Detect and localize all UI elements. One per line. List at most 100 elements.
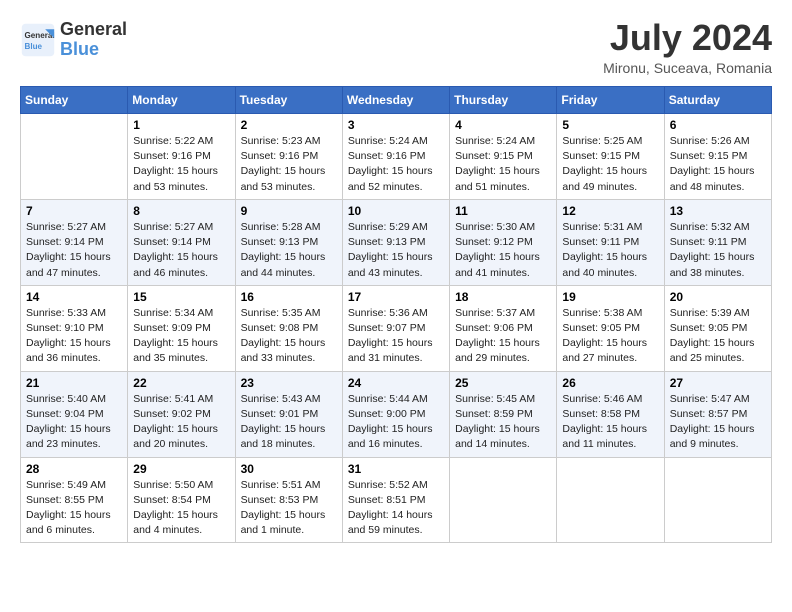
calendar-cell: 24Sunrise: 5:44 AM Sunset: 9:00 PM Dayli… <box>342 371 449 457</box>
column-header-saturday: Saturday <box>664 87 771 114</box>
calendar-week-row: 1 Sunrise: 5:22 AM Sunset: 9:16 PM Daylig… <box>21 114 772 200</box>
column-header-tuesday: Tuesday <box>235 87 342 114</box>
calendar-cell: 22Sunrise: 5:41 AM Sunset: 9:02 PM Dayli… <box>128 371 235 457</box>
day-info: Sunrise: 5:39 AM Sunset: 9:05 PM Dayligh… <box>670 306 766 367</box>
location: Mironu, Suceava, Romania <box>603 60 772 76</box>
calendar-week-row: 7Sunrise: 5:27 AM Sunset: 9:14 PM Daylig… <box>21 199 772 285</box>
day-number: 29 <box>133 462 229 476</box>
day-info: Sunrise: 5:24 AM Sunset: 9:15 PM Dayligh… <box>455 134 551 195</box>
day-info: Sunrise: 5:26 AM Sunset: 9:15 PM Dayligh… <box>670 134 766 195</box>
day-number: 4 <box>455 118 551 132</box>
day-info: Sunrise: 5:22 AM Sunset: 9:16 PM Dayligh… <box>133 134 229 195</box>
calendar-cell: 13Sunrise: 5:32 AM Sunset: 9:11 PM Dayli… <box>664 199 771 285</box>
day-number: 9 <box>241 204 337 218</box>
calendar-cell: 27 Sunrise: 5:47 AM Sunset: 8:57 PM Dayli… <box>664 371 771 457</box>
column-header-wednesday: Wednesday <box>342 87 449 114</box>
day-number: 17 <box>348 290 444 304</box>
calendar-week-row: 14 Sunrise: 5:33 AM Sunset: 9:10 PM Dayli… <box>21 285 772 371</box>
calendar-cell: 28 Sunrise: 5:49 AM Sunset: 8:55 PM Dayli… <box>21 457 128 543</box>
calendar-cell: 18Sunrise: 5:37 AM Sunset: 9:06 PM Dayli… <box>450 285 557 371</box>
calendar-cell: 9 Sunrise: 5:28 AM Sunset: 9:13 PM Daylig… <box>235 199 342 285</box>
day-info: Sunrise: 5:40 AM Sunset: 9:04 PM Dayligh… <box>26 392 122 453</box>
calendar-cell: 4 Sunrise: 5:24 AM Sunset: 9:15 PM Daylig… <box>450 114 557 200</box>
svg-text:Blue: Blue <box>25 42 43 51</box>
logo-icon: General Blue <box>20 22 56 58</box>
day-number: 5 <box>562 118 658 132</box>
calendar-cell: 25 Sunrise: 5:45 AM Sunset: 8:59 PM Dayli… <box>450 371 557 457</box>
day-info: Sunrise: 5:28 AM Sunset: 9:13 PM Dayligh… <box>241 220 337 281</box>
day-info: Sunrise: 5:47 AM Sunset: 8:57 PM Dayligh… <box>670 392 766 453</box>
page-header: General Blue General Blue July 2024 Miro… <box>20 20 772 76</box>
day-info: Sunrise: 5:34 AM Sunset: 9:09 PM Dayligh… <box>133 306 229 367</box>
day-number: 23 <box>241 376 337 390</box>
column-header-friday: Friday <box>557 87 664 114</box>
day-number: 22 <box>133 376 229 390</box>
calendar-cell: 29 Sunrise: 5:50 AM Sunset: 8:54 PM Dayli… <box>128 457 235 543</box>
day-number: 1 <box>133 118 229 132</box>
day-number: 28 <box>26 462 122 476</box>
day-info: Sunrise: 5:46 AM Sunset: 8:58 PM Dayligh… <box>562 392 658 453</box>
calendar-cell: 8 Sunrise: 5:27 AM Sunset: 9:14 PM Daylig… <box>128 199 235 285</box>
day-info: Sunrise: 5:37 AM Sunset: 9:06 PM Dayligh… <box>455 306 551 367</box>
day-number: 30 <box>241 462 337 476</box>
day-info: Sunrise: 5:36 AM Sunset: 9:07 PM Dayligh… <box>348 306 444 367</box>
day-info: Sunrise: 5:30 AM Sunset: 9:12 PM Dayligh… <box>455 220 551 281</box>
day-info: Sunrise: 5:29 AM Sunset: 9:13 PM Dayligh… <box>348 220 444 281</box>
calendar-cell <box>664 457 771 543</box>
day-info: Sunrise: 5:33 AM Sunset: 9:10 PM Dayligh… <box>26 306 122 367</box>
calendar-cell: 17 Sunrise: 5:36 AM Sunset: 9:07 PM Dayli… <box>342 285 449 371</box>
day-info: Sunrise: 5:49 AM Sunset: 8:55 PM Dayligh… <box>26 478 122 539</box>
title-block: July 2024 Mironu, Suceava, Romania <box>603 20 772 76</box>
column-header-monday: Monday <box>128 87 235 114</box>
calendar-cell: 6 Sunrise: 5:26 AM Sunset: 9:15 PM Daylig… <box>664 114 771 200</box>
calendar-cell: 21 Sunrise: 5:40 AM Sunset: 9:04 PM Dayli… <box>21 371 128 457</box>
calendar-cell: 10Sunrise: 5:29 AM Sunset: 9:13 PM Dayli… <box>342 199 449 285</box>
calendar-cell: 20Sunrise: 5:39 AM Sunset: 9:05 PM Dayli… <box>664 285 771 371</box>
calendar-week-row: 28 Sunrise: 5:49 AM Sunset: 8:55 PM Dayli… <box>21 457 772 543</box>
calendar-cell: 19 Sunrise: 5:38 AM Sunset: 9:05 PM Dayli… <box>557 285 664 371</box>
day-number: 19 <box>562 290 658 304</box>
calendar-cell: 15 Sunrise: 5:34 AM Sunset: 9:09 PM Dayli… <box>128 285 235 371</box>
day-number: 25 <box>455 376 551 390</box>
calendar-cell: 2Sunrise: 5:23 AM Sunset: 9:16 PM Daylig… <box>235 114 342 200</box>
day-number: 12 <box>562 204 658 218</box>
day-info: Sunrise: 5:27 AM Sunset: 9:14 PM Dayligh… <box>26 220 122 281</box>
day-number: 15 <box>133 290 229 304</box>
day-info: Sunrise: 5:45 AM Sunset: 8:59 PM Dayligh… <box>455 392 551 453</box>
day-info: Sunrise: 5:27 AM Sunset: 9:14 PM Dayligh… <box>133 220 229 281</box>
calendar-cell: 3 Sunrise: 5:24 AM Sunset: 9:16 PM Daylig… <box>342 114 449 200</box>
calendar-cell: 1 Sunrise: 5:22 AM Sunset: 9:16 PM Daylig… <box>128 114 235 200</box>
column-header-sunday: Sunday <box>21 87 128 114</box>
calendar-cell: 23Sunrise: 5:43 AM Sunset: 9:01 PM Dayli… <box>235 371 342 457</box>
month-title: July 2024 <box>603 20 772 56</box>
day-info: Sunrise: 5:38 AM Sunset: 9:05 PM Dayligh… <box>562 306 658 367</box>
day-info: Sunrise: 5:44 AM Sunset: 9:00 PM Dayligh… <box>348 392 444 453</box>
logo: General Blue General Blue <box>20 20 127 60</box>
day-number: 31 <box>348 462 444 476</box>
calendar-cell <box>450 457 557 543</box>
day-number: 16 <box>241 290 337 304</box>
day-number: 14 <box>26 290 122 304</box>
day-info: Sunrise: 5:50 AM Sunset: 8:54 PM Dayligh… <box>133 478 229 539</box>
day-number: 6 <box>670 118 766 132</box>
day-number: 21 <box>26 376 122 390</box>
day-number: 8 <box>133 204 229 218</box>
calendar-table: SundayMondayTuesdayWednesdayThursdayFrid… <box>20 86 772 543</box>
day-info: Sunrise: 5:35 AM Sunset: 9:08 PM Dayligh… <box>241 306 337 367</box>
day-info: Sunrise: 5:52 AM Sunset: 8:51 PM Dayligh… <box>348 478 444 539</box>
calendar-cell <box>557 457 664 543</box>
day-number: 3 <box>348 118 444 132</box>
calendar-week-row: 21 Sunrise: 5:40 AM Sunset: 9:04 PM Dayli… <box>21 371 772 457</box>
day-info: Sunrise: 5:24 AM Sunset: 9:16 PM Dayligh… <box>348 134 444 195</box>
calendar-header-row: SundayMondayTuesdayWednesdayThursdayFrid… <box>21 87 772 114</box>
day-number: 27 <box>670 376 766 390</box>
calendar-cell: 14 Sunrise: 5:33 AM Sunset: 9:10 PM Dayli… <box>21 285 128 371</box>
calendar-cell: 5Sunrise: 5:25 AM Sunset: 9:15 PM Daylig… <box>557 114 664 200</box>
day-number: 11 <box>455 204 551 218</box>
day-info: Sunrise: 5:32 AM Sunset: 9:11 PM Dayligh… <box>670 220 766 281</box>
column-header-thursday: Thursday <box>450 87 557 114</box>
day-number: 2 <box>241 118 337 132</box>
calendar-cell: 12Sunrise: 5:31 AM Sunset: 9:11 PM Dayli… <box>557 199 664 285</box>
calendar-cell: 16 Sunrise: 5:35 AM Sunset: 9:08 PM Dayli… <box>235 285 342 371</box>
calendar-cell: 7Sunrise: 5:27 AM Sunset: 9:14 PM Daylig… <box>21 199 128 285</box>
